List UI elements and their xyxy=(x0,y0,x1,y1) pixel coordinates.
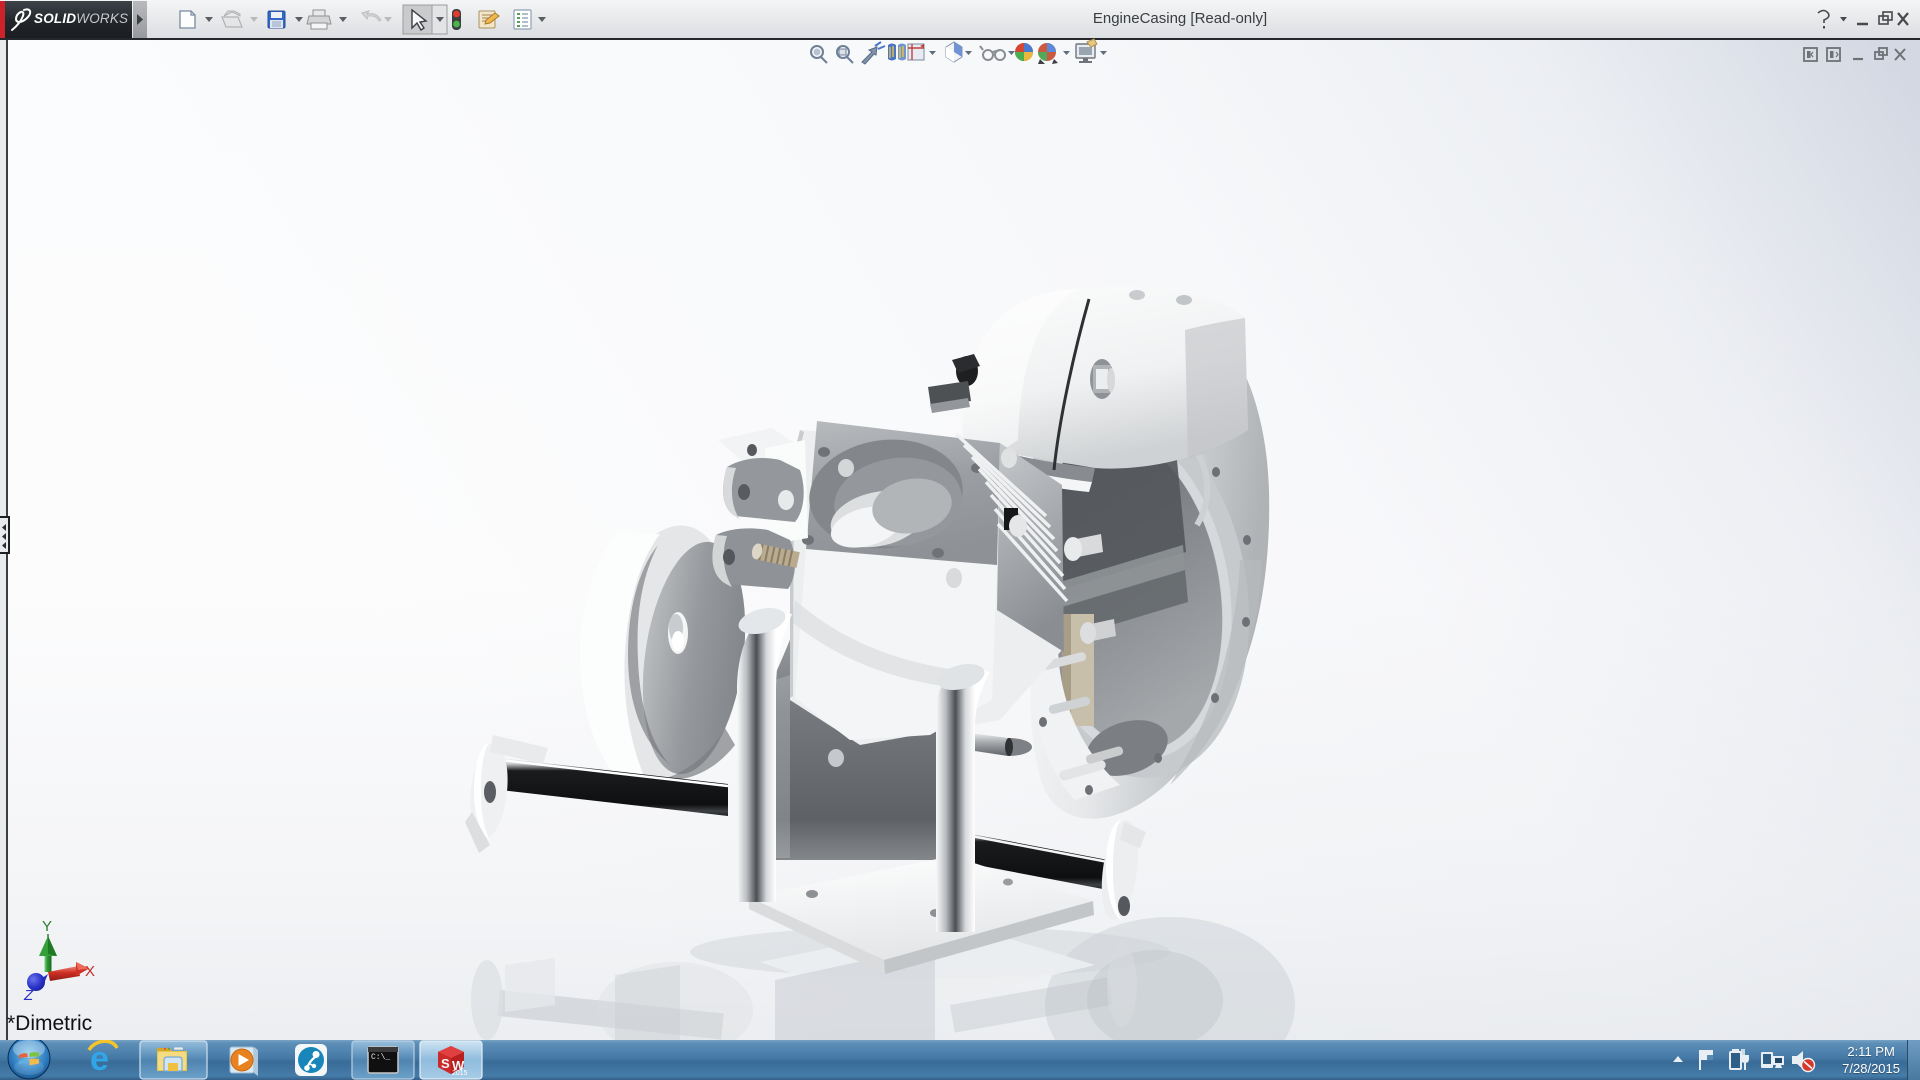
svg-text:2015: 2015 xyxy=(452,1070,468,1077)
svg-text:*Dimetric: *Dimetric xyxy=(7,1012,92,1035)
svg-text:S: S xyxy=(441,1056,450,1071)
svg-text:X: X xyxy=(85,963,95,980)
svg-text:Z: Z xyxy=(23,987,34,1004)
svg-text:C:\_: C:\_ xyxy=(371,1053,390,1062)
svg-text:Y: Y xyxy=(42,918,52,935)
